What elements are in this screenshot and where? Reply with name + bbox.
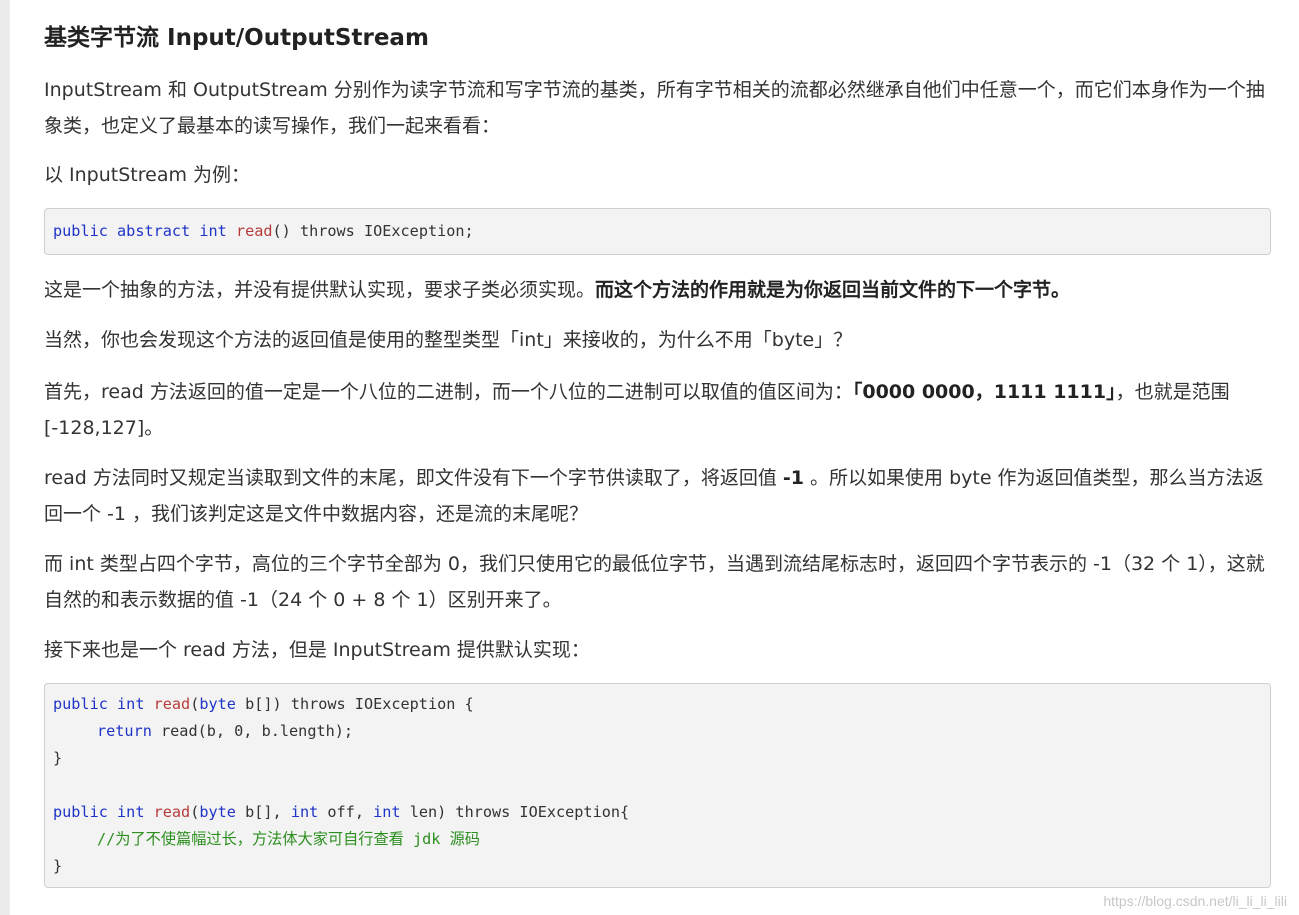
code-keyword: public	[53, 222, 108, 240]
code-line: public abstract int read() throws IOExce…	[53, 218, 1262, 245]
next-read-paragraph: 接下来也是一个 read 方法，但是 InputStream 提供默认实现：	[44, 639, 590, 661]
code-type: int	[117, 803, 145, 821]
eof-bold-value: -1	[782, 467, 804, 489]
code-comment: //为了不使篇幅过长，方法体大家可自行查看 jdk 源码	[97, 830, 480, 848]
range-bold-text: 「0000 0000，1111 1111」	[852, 381, 1116, 403]
code-keyword: abstract	[117, 222, 191, 240]
first-explain-text: 首先，read 方法返回的值一定是一个八位的二进制，而一个八位的二进制可以取值的…	[44, 381, 853, 403]
code-line: public int read(byte b[], int off, int l…	[53, 799, 1262, 826]
code-type: int	[199, 222, 227, 240]
code-line: public int read(byte b[]) throws IOExcep…	[53, 691, 1262, 718]
code-text: }	[53, 857, 63, 875]
return-type-paragraph: 当然，你也会发现这个方法的返回值是使用的整型类型「int」来接收的，为什么不用「…	[44, 329, 853, 351]
code-line: }	[53, 853, 1262, 880]
code-text: b[]) throws IOException {	[235, 695, 474, 713]
code-function-name: read	[153, 803, 191, 821]
code-text: () throws IOException;	[272, 222, 474, 240]
example-lead-paragraph: 以 InputStream 为例：	[44, 164, 251, 186]
first-explain-paragraph: 首先，read 方法返回的值一定是一个八位的二进制，而一个八位的二进制可以取值的…	[44, 374, 1272, 446]
code-text: (	[190, 695, 200, 713]
section-heading: 基类字节流 Input/OutputStream	[44, 25, 429, 51]
code-function-name: read	[235, 222, 273, 240]
watermark: https://blog.csdn.net/li_li_li_lili	[1103, 893, 1287, 909]
code-text: b[],	[235, 803, 291, 821]
abstract-note-bold-text: 而这个方法的作用就是为你返回当前文件的下一个字节。	[595, 279, 1071, 301]
code-text: len) throws IOException{	[400, 803, 630, 821]
code-type: byte	[199, 803, 236, 821]
code-line: }	[53, 745, 1262, 772]
int-explain-paragraph: 而 int 类型占四个字节，高位的三个字节全部为 0，我们只使用它的最低位字节，…	[44, 553, 1265, 611]
code-keyword: return	[97, 722, 152, 740]
code-text: off,	[318, 803, 374, 821]
code-line: //为了不使篇幅过长，方法体大家可自行查看 jdk 源码	[53, 826, 1262, 853]
code-type: int	[373, 803, 401, 821]
code-line: return read(b, 0, b.length);	[53, 718, 1262, 745]
eof-paragraph: read 方法同时又规定当读取到文件的末尾，即文件没有下一个字节供读取了，将返回…	[44, 460, 1272, 532]
code-type: byte	[199, 695, 236, 713]
code-text: }	[53, 749, 63, 767]
code-keyword: public	[53, 695, 108, 713]
code-text: read(b, 0, b.length);	[151, 722, 354, 740]
intro-paragraph: InputStream 和 OutputStream 分别作为读字节流和写字节流…	[44, 79, 1265, 137]
abstract-note-paragraph: 这是一个抽象的方法，并没有提供默认实现，要求子类必须实现。而这个方法的作用就是为…	[44, 272, 1272, 308]
code-keyword: public	[53, 803, 108, 821]
code-block-default-read: public int read(byte b[]) throws IOExcep…	[44, 683, 1271, 888]
code-type: int	[290, 803, 319, 821]
eof-text: read 方法同时又规定当读取到文件的末尾，即文件没有下一个字节供读取了，将返回…	[44, 467, 783, 489]
left-border	[0, 0, 10, 915]
code-function-name: read	[153, 695, 191, 713]
abstract-note-text: 这是一个抽象的方法，并没有提供默认实现，要求子类必须实现。	[44, 279, 596, 301]
article-content: 基类字节流 Input/OutputStream InputStream 和 O…	[44, 0, 1272, 888]
code-block-abstract-read: public abstract int read() throws IOExce…	[44, 208, 1271, 255]
code-text: (	[190, 803, 200, 821]
code-type: int	[117, 695, 145, 713]
